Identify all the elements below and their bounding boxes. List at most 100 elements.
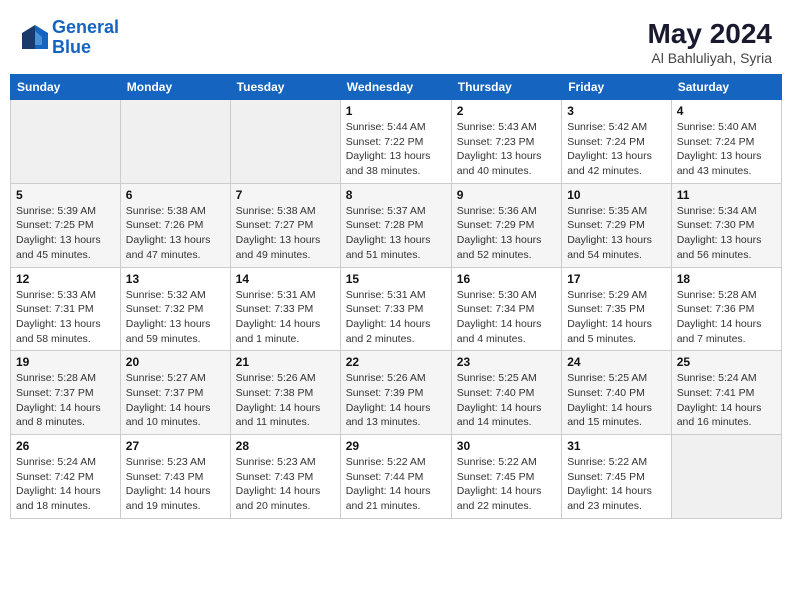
day-cell: 26 Sunrise: 5:24 AM Sunset: 7:42 PM Dayli…	[11, 435, 121, 519]
day-number: 28	[236, 439, 335, 453]
day-cell: 17Sunrise: 5:29 AM Sunset: 7:35 PM Dayli…	[562, 267, 672, 351]
day-cell: 21Sunrise: 5:26 AM Sunset: 7:38 PM Dayli…	[230, 351, 340, 435]
day-number: 5	[16, 188, 115, 202]
day-cell: 1 Sunrise: 5:44 AM Sunset: 7:22 PM Daylig…	[340, 100, 451, 184]
day-info: Sunrise: 5:24 AM Sunset: 7:41 PM Dayligh…	[677, 371, 776, 430]
week-row: 26 Sunrise: 5:24 AM Sunset: 7:42 PM Dayli…	[11, 435, 782, 519]
day-info: Sunrise: 5:37 AM Sunset: 7:28 PM Dayligh…	[346, 204, 446, 263]
day-number: 10	[567, 188, 666, 202]
week-row: 1 Sunrise: 5:44 AM Sunset: 7:22 PM Daylig…	[11, 100, 782, 184]
day-number: 4	[677, 104, 776, 118]
day-cell: 23Sunrise: 5:25 AM Sunset: 7:40 PM Dayli…	[451, 351, 561, 435]
day-number: 3	[567, 104, 666, 118]
logo-line1: General	[52, 17, 119, 37]
location: Al Bahluliyah, Syria	[647, 50, 772, 66]
day-number: 31	[567, 439, 666, 453]
day-info: Sunrise: 5:38 AM Sunset: 7:27 PM Dayligh…	[236, 204, 335, 263]
day-number: 1	[346, 104, 446, 118]
col-header-wednesday: Wednesday	[340, 75, 451, 100]
day-number: 13	[126, 272, 225, 286]
day-info: Sunrise: 5:44 AM Sunset: 7:22 PM Dayligh…	[346, 120, 446, 179]
day-cell	[671, 435, 781, 519]
day-number: 18	[677, 272, 776, 286]
day-cell	[120, 100, 230, 184]
day-number: 22	[346, 355, 446, 369]
day-info: Sunrise: 5:23 AM Sunset: 7:43 PM Dayligh…	[126, 455, 225, 514]
day-cell: 5 Sunrise: 5:39 AM Sunset: 7:25 PM Daylig…	[11, 183, 121, 267]
day-cell: 13 Sunrise: 5:32 AM Sunset: 7:32 PM Dayli…	[120, 267, 230, 351]
day-info: Sunrise: 5:31 AM Sunset: 7:33 PM Dayligh…	[346, 288, 446, 347]
col-header-monday: Monday	[120, 75, 230, 100]
logo-text: General Blue	[52, 18, 119, 58]
day-info: Sunrise: 5:34 AM Sunset: 7:30 PM Dayligh…	[677, 204, 776, 263]
day-number: 30	[457, 439, 556, 453]
day-info: Sunrise: 5:36 AM Sunset: 7:29 PM Dayligh…	[457, 204, 556, 263]
day-info: Sunrise: 5:27 AM Sunset: 7:37 PM Dayligh…	[126, 371, 225, 430]
day-cell: 28 Sunrise: 5:23 AM Sunset: 7:43 PM Dayli…	[230, 435, 340, 519]
day-info: Sunrise: 5:35 AM Sunset: 7:29 PM Dayligh…	[567, 204, 666, 263]
logo-icon	[20, 23, 50, 53]
day-cell: 10 Sunrise: 5:35 AM Sunset: 7:29 PM Dayli…	[562, 183, 672, 267]
day-info: Sunrise: 5:26 AM Sunset: 7:39 PM Dayligh…	[346, 371, 446, 430]
day-cell: 20 Sunrise: 5:27 AM Sunset: 7:37 PM Dayli…	[120, 351, 230, 435]
day-info: Sunrise: 5:38 AM Sunset: 7:26 PM Dayligh…	[126, 204, 225, 263]
day-cell: 12 Sunrise: 5:33 AM Sunset: 7:31 PM Dayli…	[11, 267, 121, 351]
day-cell: 15 Sunrise: 5:31 AM Sunset: 7:33 PM Dayli…	[340, 267, 451, 351]
day-cell: 24Sunrise: 5:25 AM Sunset: 7:40 PM Dayli…	[562, 351, 672, 435]
day-cell	[11, 100, 121, 184]
day-info: Sunrise: 5:22 AM Sunset: 7:45 PM Dayligh…	[567, 455, 666, 514]
week-row: 5 Sunrise: 5:39 AM Sunset: 7:25 PM Daylig…	[11, 183, 782, 267]
day-info: Sunrise: 5:31 AM Sunset: 7:33 PM Dayligh…	[236, 288, 335, 347]
day-info: Sunrise: 5:25 AM Sunset: 7:40 PM Dayligh…	[567, 371, 666, 430]
col-header-thursday: Thursday	[451, 75, 561, 100]
day-number: 2	[457, 104, 556, 118]
day-info: Sunrise: 5:39 AM Sunset: 7:25 PM Dayligh…	[16, 204, 115, 263]
day-cell: 8 Sunrise: 5:37 AM Sunset: 7:28 PM Daylig…	[340, 183, 451, 267]
day-cell: 18Sunrise: 5:28 AM Sunset: 7:36 PM Dayli…	[671, 267, 781, 351]
day-cell: 16Sunrise: 5:30 AM Sunset: 7:34 PM Dayli…	[451, 267, 561, 351]
title-block: May 2024 Al Bahluliyah, Syria	[647, 18, 772, 66]
logo-line2: Blue	[52, 37, 91, 57]
day-info: Sunrise: 5:33 AM Sunset: 7:31 PM Dayligh…	[16, 288, 115, 347]
day-number: 11	[677, 188, 776, 202]
day-cell: 29 Sunrise: 5:22 AM Sunset: 7:44 PM Dayli…	[340, 435, 451, 519]
col-header-friday: Friday	[562, 75, 672, 100]
day-cell: 22 Sunrise: 5:26 AM Sunset: 7:39 PM Dayli…	[340, 351, 451, 435]
day-number: 26	[16, 439, 115, 453]
col-header-tuesday: Tuesday	[230, 75, 340, 100]
header-row: SundayMondayTuesdayWednesdayThursdayFrid…	[11, 75, 782, 100]
day-info: Sunrise: 5:22 AM Sunset: 7:45 PM Dayligh…	[457, 455, 556, 514]
day-cell: 27Sunrise: 5:23 AM Sunset: 7:43 PM Dayli…	[120, 435, 230, 519]
day-cell: 2 Sunrise: 5:43 AM Sunset: 7:23 PM Daylig…	[451, 100, 561, 184]
day-cell	[230, 100, 340, 184]
week-row: 12 Sunrise: 5:33 AM Sunset: 7:31 PM Dayli…	[11, 267, 782, 351]
day-cell: 14Sunrise: 5:31 AM Sunset: 7:33 PM Dayli…	[230, 267, 340, 351]
day-number: 29	[346, 439, 446, 453]
day-cell: 6Sunrise: 5:38 AM Sunset: 7:26 PM Daylig…	[120, 183, 230, 267]
day-number: 8	[346, 188, 446, 202]
day-number: 12	[16, 272, 115, 286]
day-cell: 4 Sunrise: 5:40 AM Sunset: 7:24 PM Daylig…	[671, 100, 781, 184]
day-info: Sunrise: 5:40 AM Sunset: 7:24 PM Dayligh…	[677, 120, 776, 179]
day-cell: 7 Sunrise: 5:38 AM Sunset: 7:27 PM Daylig…	[230, 183, 340, 267]
day-info: Sunrise: 5:26 AM Sunset: 7:38 PM Dayligh…	[236, 371, 335, 430]
day-info: Sunrise: 5:24 AM Sunset: 7:42 PM Dayligh…	[16, 455, 115, 514]
week-row: 19Sunrise: 5:28 AM Sunset: 7:37 PM Dayli…	[11, 351, 782, 435]
day-cell: 31 Sunrise: 5:22 AM Sunset: 7:45 PM Dayli…	[562, 435, 672, 519]
day-number: 15	[346, 272, 446, 286]
day-info: Sunrise: 5:43 AM Sunset: 7:23 PM Dayligh…	[457, 120, 556, 179]
day-cell: 30 Sunrise: 5:22 AM Sunset: 7:45 PM Dayli…	[451, 435, 561, 519]
day-number: 17	[567, 272, 666, 286]
day-number: 7	[236, 188, 335, 202]
calendar-table: SundayMondayTuesdayWednesdayThursdayFrid…	[10, 74, 782, 519]
day-info: Sunrise: 5:22 AM Sunset: 7:44 PM Dayligh…	[346, 455, 446, 514]
day-number: 9	[457, 188, 556, 202]
col-header-saturday: Saturday	[671, 75, 781, 100]
day-cell: 11 Sunrise: 5:34 AM Sunset: 7:30 PM Dayli…	[671, 183, 781, 267]
day-info: Sunrise: 5:42 AM Sunset: 7:24 PM Dayligh…	[567, 120, 666, 179]
day-number: 25	[677, 355, 776, 369]
day-info: Sunrise: 5:23 AM Sunset: 7:43 PM Dayligh…	[236, 455, 335, 514]
day-info: Sunrise: 5:28 AM Sunset: 7:37 PM Dayligh…	[16, 371, 115, 430]
day-info: Sunrise: 5:32 AM Sunset: 7:32 PM Dayligh…	[126, 288, 225, 347]
day-number: 20	[126, 355, 225, 369]
